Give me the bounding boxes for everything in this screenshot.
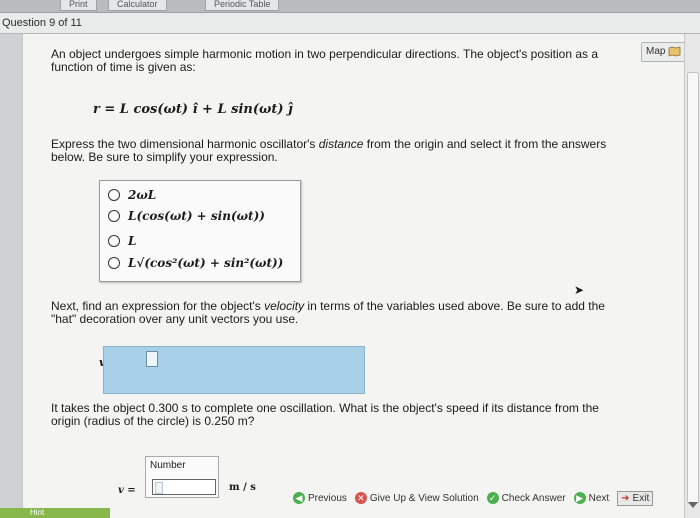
prompt-distance: Express the two dimensional harmonic osc… xyxy=(51,137,607,164)
choice-4[interactable]: L√(cos²(ωt) + sin²(ωt)) xyxy=(108,255,283,271)
check-answer-button[interactable]: ✓ Check Answer xyxy=(486,492,566,504)
scrollbar-thumb[interactable] xyxy=(687,72,699,504)
unit-label: m / s xyxy=(229,482,256,493)
distance-choices: 2ωL L(cos(ωt) + sin(ωt)) L L√(cos²(ωt) +… xyxy=(99,180,301,282)
number-field: Number xyxy=(145,456,219,498)
give-up-icon: ✕ xyxy=(354,492,367,504)
velocity-answer-box[interactable] xyxy=(103,346,365,394)
hint-button[interactable]: Hint xyxy=(0,508,110,518)
give-up-button[interactable]: ✕ Give Up & View Solution xyxy=(354,492,479,504)
mouse-cursor-icon: ➤ xyxy=(574,283,585,297)
speed-label: v = xyxy=(118,485,136,496)
previous-icon: ◀ xyxy=(293,492,305,504)
browser-toolbar: Print Calculator Periodic Table xyxy=(0,0,700,13)
vertical-scrollbar[interactable] xyxy=(684,34,700,518)
next-button[interactable]: ▶ Next xyxy=(573,492,609,504)
exit-button[interactable]: ➜ Exit xyxy=(617,490,654,506)
speed-input[interactable] xyxy=(152,479,216,495)
choice-1[interactable]: 2ωL xyxy=(108,187,156,203)
previous-button[interactable]: ◀ Previous xyxy=(293,492,347,504)
question-panel: Map An object undergoes simple harmonic … xyxy=(22,34,687,518)
check-icon: ✓ xyxy=(486,492,499,504)
print-tab[interactable]: Print xyxy=(60,0,97,11)
map-icon xyxy=(668,46,681,57)
calculator-tab[interactable]: Calculator xyxy=(108,0,167,11)
velocity-input[interactable] xyxy=(146,351,158,367)
next-icon: ▶ xyxy=(573,492,586,504)
question-counter: Question 9 of 11 xyxy=(2,17,82,29)
exit-icon: ➜ xyxy=(621,492,630,504)
prompt-speed: It takes the object 0.300 s to complete … xyxy=(51,401,599,428)
question-header-bar: Question 9 of 11 xyxy=(0,13,700,34)
prompt-position: An object undergoes simple harmonic moti… xyxy=(51,47,599,74)
number-label: Number xyxy=(150,460,186,471)
prompt-velocity: Next, find an expression for the object'… xyxy=(51,299,605,326)
radio-button[interactable] xyxy=(108,235,120,247)
choice-2[interactable]: L(cos(ωt) + sin(ωt)) xyxy=(108,208,265,224)
radio-button[interactable] xyxy=(108,210,120,222)
radio-button[interactable] xyxy=(108,189,120,201)
radio-button[interactable] xyxy=(108,257,120,269)
navigation-bar: ◀ Previous ✕ Give Up & View Solution ✓ C… xyxy=(293,489,654,507)
scroll-down-icon[interactable] xyxy=(688,502,698,508)
position-formula: r = L cos(ωt) î + L sin(ωt) ĵ xyxy=(93,102,293,117)
choice-3[interactable]: L xyxy=(108,233,136,249)
periodic-table-tab[interactable]: Periodic Table xyxy=(205,0,280,11)
